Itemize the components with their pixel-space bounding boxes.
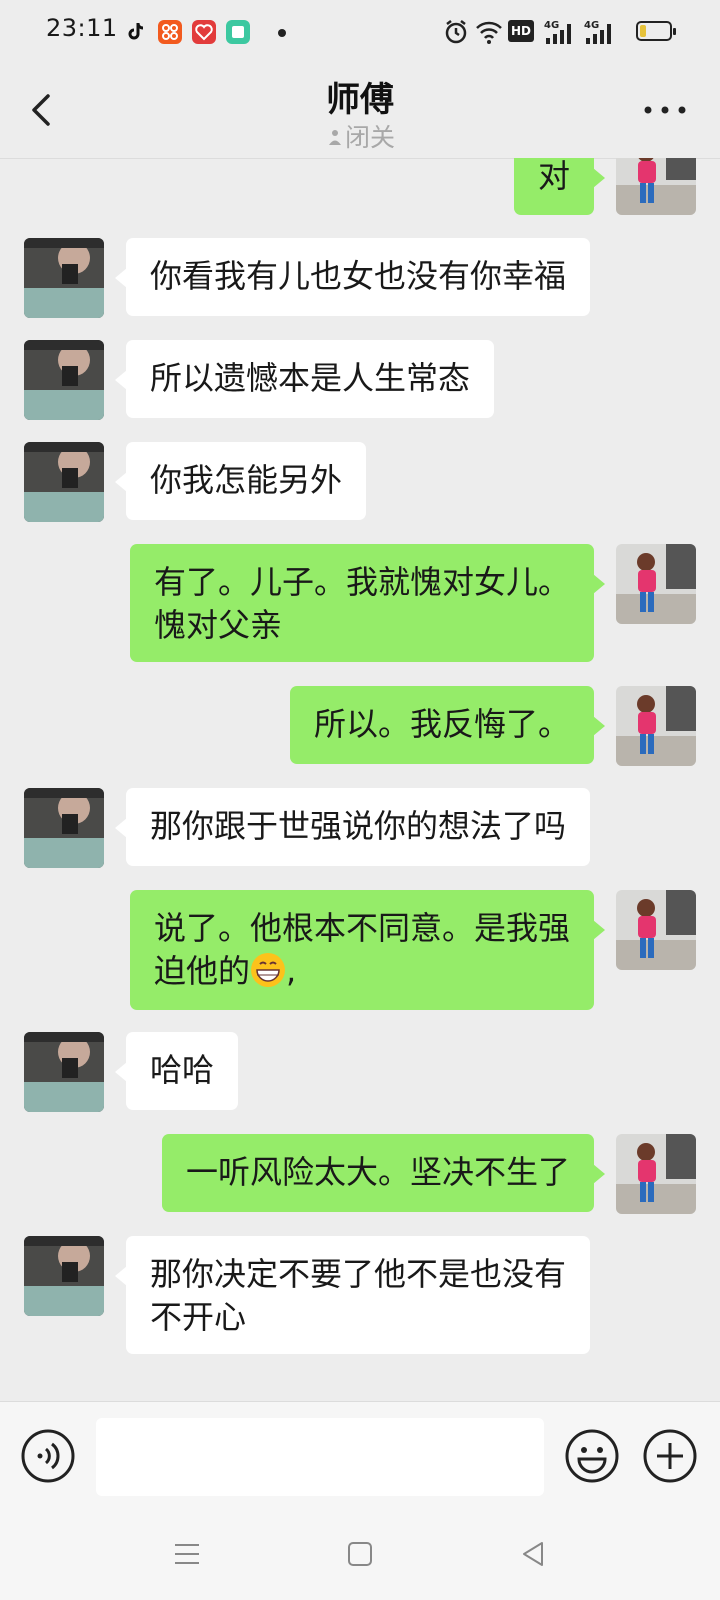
message-input[interactable]: [96, 1418, 544, 1496]
tiktok-icon: [128, 22, 144, 40]
more-dots-icon[interactable]: [640, 102, 690, 118]
contact-avatar[interactable]: [24, 238, 104, 318]
message-bubble-received[interactable]: 你我怎能另外: [114, 442, 367, 520]
message-text: 你看我有儿也女也没有你幸福: [150, 257, 567, 295]
message-bubble-sent[interactable]: 对: [513, 158, 606, 215]
back-nav-icon[interactable]: [518, 1539, 548, 1569]
message-text-suffix: ,: [286, 952, 297, 990]
message-bubble-received[interactable]: 那你决定不要了他不是也没有 不开心: [114, 1236, 591, 1354]
notification-dot: [278, 29, 286, 37]
my-avatar[interactable]: [616, 158, 696, 215]
menu-nav-icon[interactable]: [172, 1539, 202, 1569]
message-text: 那你跟于世强说你的想法了吗: [150, 807, 567, 845]
message-bubble-received[interactable]: 所以遗憾本是人生常态: [114, 340, 495, 418]
meditation-icon: [328, 130, 341, 145]
my-avatar[interactable]: [616, 686, 696, 766]
emoji-icon[interactable]: [564, 1428, 620, 1484]
message-bubble-received[interactable]: 哈哈: [114, 1032, 239, 1110]
status-bar: 23:11 HD 4G 4G: [0, 0, 720, 64]
battery-level: [640, 25, 646, 37]
subtitle-text: 闭关: [344, 123, 395, 152]
wifi-icon: [476, 21, 502, 44]
my-avatar[interactable]: [616, 1134, 696, 1214]
message-text: 所以遗憾本是人生常态: [150, 359, 471, 397]
message-text: 一听风险太大。坚决不生了: [185, 1153, 570, 1191]
hd-badge: HD: [508, 20, 534, 42]
contact-avatar[interactable]: [24, 1032, 104, 1112]
svg-text:4G: 4G: [584, 20, 599, 31]
app-icon-orange: [158, 20, 182, 44]
alarm-icon: [445, 20, 467, 44]
my-avatar[interactable]: [616, 544, 696, 624]
message-bubble-sent[interactable]: 有了。儿子。我就愧对女儿。 愧对父亲: [129, 544, 606, 662]
status-time: 23:11: [46, 14, 118, 42]
app-icon-green: [226, 20, 250, 44]
message-bubble-received[interactable]: 那你跟于世强说你的想法了吗: [114, 788, 591, 866]
battery-icon: [636, 21, 676, 41]
message-bubble-sent[interactable]: 说了。他根本不同意。是我强 迫他的,: [129, 890, 606, 1010]
message-bubble-sent[interactable]: 一听风险太大。坚决不生了: [161, 1134, 606, 1212]
message-text: 哈哈: [150, 1051, 215, 1089]
contact-avatar[interactable]: [24, 340, 104, 420]
message-bubble-sent[interactable]: 所以。我反悔了。: [289, 686, 606, 764]
signal-4g-icon: 4G: [544, 20, 571, 44]
message-text: 对: [537, 158, 570, 195]
input-bar: [0, 1401, 720, 1512]
chat-header: 师傅 闭关: [0, 64, 720, 159]
system-nav-bar: [0, 1511, 720, 1600]
plus-icon[interactable]: [642, 1428, 698, 1484]
status-subtitle: 闭关: [0, 118, 720, 154]
message-text: 说了。他根本不同意。是我强 迫他的: [153, 909, 570, 990]
contact-avatar[interactable]: [24, 1236, 104, 1316]
svg-text:4G: 4G: [544, 20, 559, 31]
contact-avatar[interactable]: [24, 788, 104, 868]
page-title[interactable]: 师傅: [0, 72, 720, 121]
message-bubble-received[interactable]: 你看我有儿也女也没有你幸福: [114, 238, 591, 316]
voice-icon[interactable]: [20, 1428, 76, 1484]
signal-4g-icon-2: 4G: [584, 20, 611, 44]
home-nav-icon[interactable]: [345, 1539, 375, 1569]
my-avatar[interactable]: [616, 890, 696, 970]
app-icon-red: [192, 20, 216, 44]
message-text: 所以。我反悔了。: [313, 705, 570, 743]
message-text: 那你决定不要了他不是也没有 不开心: [150, 1255, 567, 1336]
chat-messages[interactable]: 对 你看我有儿也女也没有你幸福 所以遗憾本是人生常态 你我怎能另外 有了。儿子。…: [0, 158, 720, 1401]
message-text: 有了。儿子。我就愧对女儿。 愧对父亲: [153, 563, 570, 644]
message-text: 你我怎能另外: [150, 461, 343, 499]
contact-avatar[interactable]: [24, 442, 104, 522]
grinning-face-emoji-icon: [251, 953, 285, 987]
